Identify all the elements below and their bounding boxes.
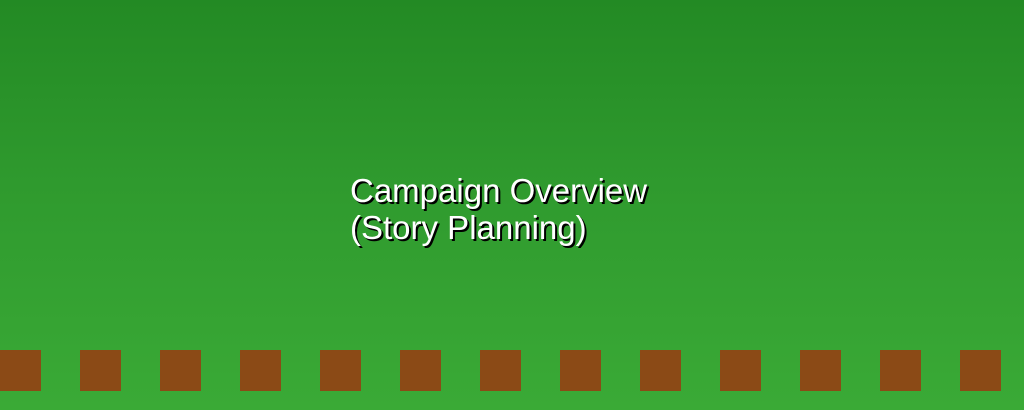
ground-block [880,350,921,391]
ground-block [160,350,201,391]
game-scene: Campaign Overview (Story Planning) [0,0,1024,410]
scene-title: Campaign Overview (Story Planning) [350,172,647,246]
ground-block [400,350,441,391]
ground-block [80,350,121,391]
ground-block [240,350,281,391]
ground-block [720,350,761,391]
ground-block [0,350,41,391]
ground-block [960,350,1001,391]
scene-title-line-1: Campaign Overview [350,172,648,209]
ground-block [640,350,681,391]
ground-block [480,350,521,391]
ground-block-row [0,350,1024,391]
scene-title-line-2: (Story Planning) [350,209,587,246]
ground-block [800,350,841,391]
ground-block [560,350,601,391]
ground-block [320,350,361,391]
